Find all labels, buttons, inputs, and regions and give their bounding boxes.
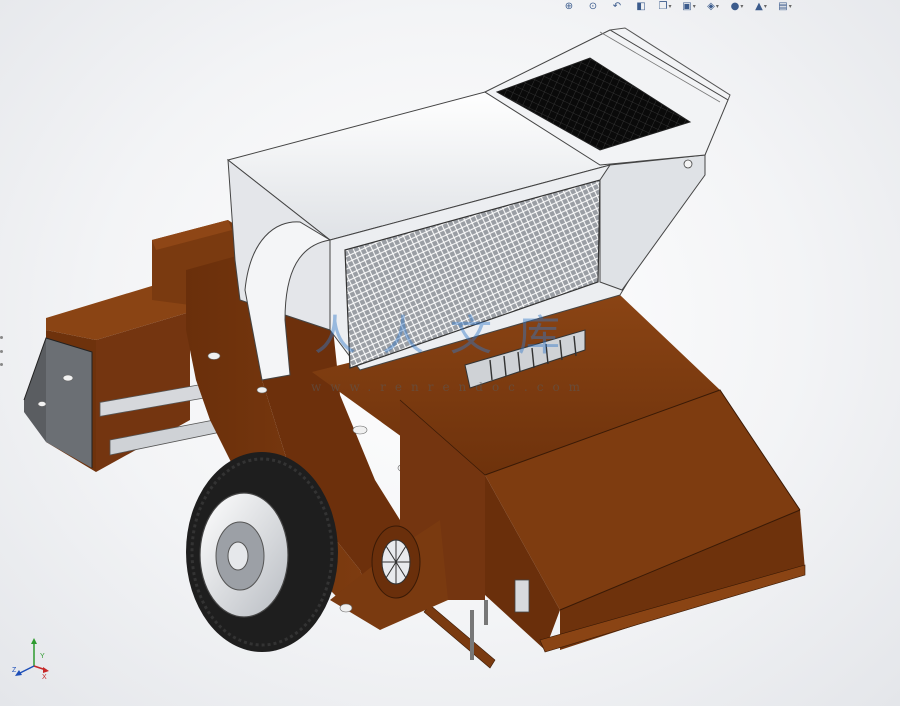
scene-icon: ▲ <box>755 0 763 12</box>
zoom-to-fit-button[interactable]: ⊕ <box>558 0 580 12</box>
zoom-area-icon: ⊙ <box>588 0 598 12</box>
view-toolbar: ⊕ ⊙ ↶ ◧ ❐ ▾ ▣ ▾ ◈ ▾ ● ▾ ▲ ▾ ▤ ▾ <box>558 0 796 12</box>
view-settings-icon: ▤ <box>778 0 788 12</box>
previous-view-button[interactable]: ↶ <box>606 0 628 12</box>
previous-view-icon: ↶ <box>612 0 622 12</box>
graphics-viewport[interactable]: 人人文库 www.renrendoc.com Y X Z <box>0 0 900 706</box>
chevron-down-icon: ▾ <box>788 2 792 10</box>
y-label: Y <box>40 653 45 660</box>
chevron-down-icon: ▾ <box>740 2 744 10</box>
view-orientation-button[interactable]: ❐ ▾ <box>654 0 676 12</box>
view-settings-button[interactable]: ▤ ▾ <box>774 0 796 12</box>
chevron-down-icon: ▾ <box>763 2 767 10</box>
panel-resize-handle[interactable] <box>0 336 5 366</box>
zoom-fit-icon: ⊕ <box>564 0 574 12</box>
display-style-button[interactable]: ▣ ▾ <box>678 0 700 12</box>
chevron-down-icon: ▾ <box>668 2 672 10</box>
chevron-down-icon: ▾ <box>692 2 696 10</box>
model-view[interactable] <box>0 0 900 706</box>
wheel[interactable] <box>186 452 338 652</box>
hide-show-items-button[interactable]: ◈ ▾ <box>702 0 724 12</box>
stand[interactable] <box>423 600 496 669</box>
x-label: X <box>42 674 47 680</box>
axis-triad: Y X Z <box>12 638 49 680</box>
display-style-icon: ▣ <box>682 0 692 12</box>
chevron-down-icon: ▾ <box>715 2 719 10</box>
z-label: Z <box>12 667 17 674</box>
apply-scene-button[interactable]: ▲ ▾ <box>750 0 772 12</box>
zoom-to-area-button[interactable]: ⊙ <box>582 0 604 12</box>
hide-show-icon: ◈ <box>707 0 715 12</box>
section-view-icon: ◧ <box>636 0 646 12</box>
edit-appearance-button[interactable]: ● ▾ <box>726 0 748 12</box>
view-orientation-icon: ❐ <box>658 0 668 12</box>
section-view-button[interactable]: ◧ <box>630 0 652 12</box>
appearance-icon: ● <box>730 0 740 12</box>
